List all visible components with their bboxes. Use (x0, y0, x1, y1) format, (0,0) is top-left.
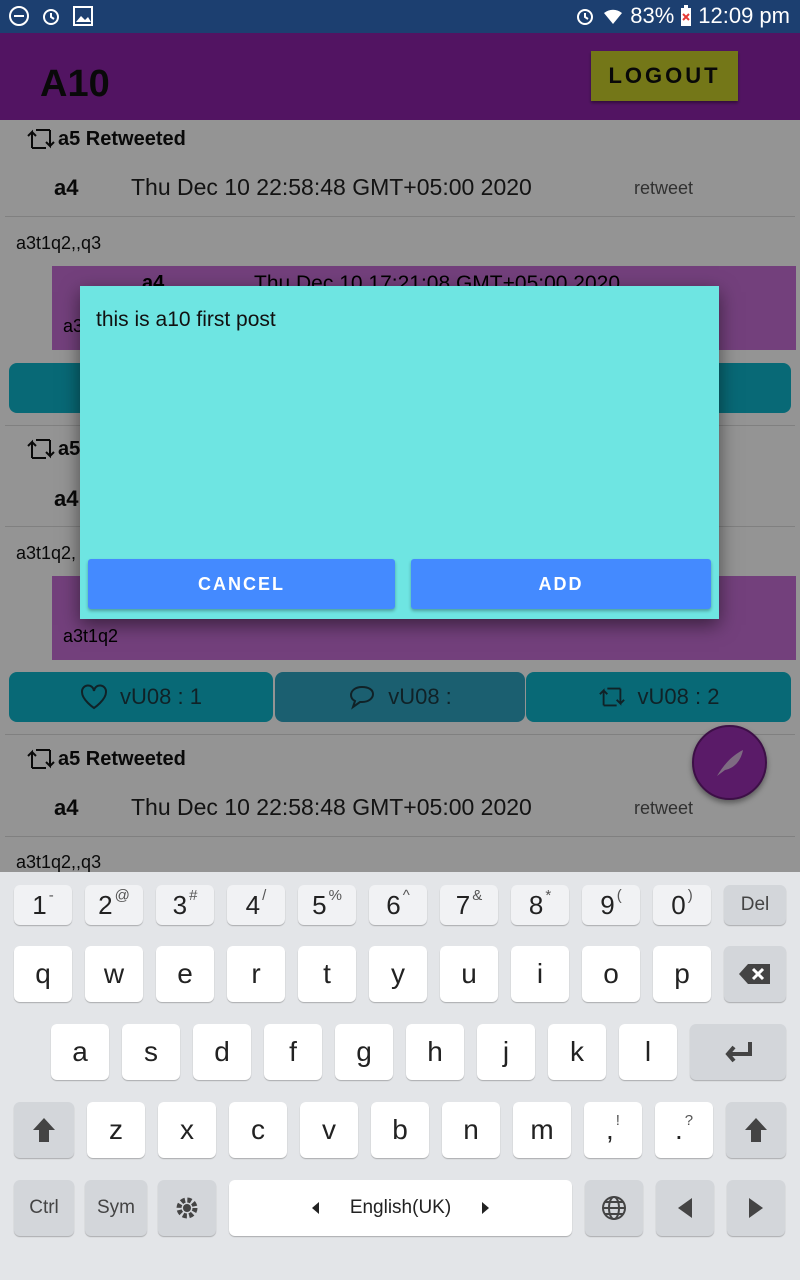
key-v[interactable]: v (300, 1102, 358, 1158)
key-6[interactable]: 6 ^ (369, 885, 427, 925)
post-input[interactable] (96, 308, 696, 332)
key-q[interactable]: q (14, 946, 72, 1002)
shift-key-left[interactable] (14, 1102, 74, 1158)
key-i[interactable]: i (511, 946, 569, 1002)
keyboard: 1- 2 @ 3 # 4/ 5% 6 ^ 7 & 8 * 9( 0) Del q w e … (0, 872, 800, 1280)
key-y[interactable]: y (369, 946, 427, 1002)
alarm-icon (43, 9, 59, 25)
shift-icon (33, 1118, 55, 1142)
alarm-icon (577, 9, 594, 25)
battery-percent: 83% (630, 3, 675, 28)
battery-icon (681, 5, 692, 26)
key-comma[interactable]: ,! (584, 1102, 642, 1158)
key-7[interactable]: 7 & (440, 885, 498, 925)
key-w[interactable]: w (85, 946, 143, 1002)
key-3[interactable]: 3 # (156, 885, 214, 925)
key-d[interactable]: d (193, 1024, 251, 1080)
key-z[interactable]: z (87, 1102, 145, 1158)
enter-icon (725, 1042, 752, 1063)
arrow-left-icon (678, 1198, 692, 1218)
cancel-button[interactable]: CANCEL (88, 559, 395, 609)
key-8[interactable]: 8 * (511, 885, 569, 925)
key-k[interactable]: k (548, 1024, 606, 1080)
key-g[interactable]: g (335, 1024, 393, 1080)
key-p[interactable]: p (653, 946, 711, 1002)
key-m[interactable]: m (513, 1102, 571, 1158)
key-period[interactable]: .? (655, 1102, 713, 1158)
key-5[interactable]: 5% (298, 885, 356, 925)
key-o[interactable]: o (582, 946, 640, 1002)
add-button[interactable]: ADD (411, 559, 711, 609)
key-c[interactable]: c (229, 1102, 287, 1158)
key-s[interactable]: s (122, 1024, 180, 1080)
key-f[interactable]: f (264, 1024, 322, 1080)
chevron-left-icon (311, 1202, 319, 1214)
key-x[interactable]: x (158, 1102, 216, 1158)
arrow-right-icon (749, 1198, 763, 1218)
cursor-right-key[interactable] (727, 1180, 785, 1236)
key-a[interactable]: a (51, 1024, 109, 1080)
key-r[interactable]: r (227, 946, 285, 1002)
key-e[interactable]: e (156, 946, 214, 1002)
space-key[interactable]: English(UK) (229, 1180, 572, 1236)
do-not-disturb-icon (9, 6, 29, 26)
backspace-key[interactable] (724, 946, 786, 1002)
key-9[interactable]: 9( (582, 885, 640, 925)
delete-key[interactable]: Del (724, 885, 786, 925)
key-l[interactable]: l (619, 1024, 677, 1080)
key-4[interactable]: 4/ (227, 885, 285, 925)
new-post-dialog: CANCEL ADD (80, 286, 719, 619)
enter-key[interactable] (690, 1024, 786, 1080)
gear-icon (176, 1197, 198, 1219)
backspace-icon (739, 964, 770, 984)
shift-key-right[interactable] (726, 1102, 786, 1158)
wifi-icon (604, 9, 623, 24)
key-t[interactable]: t (298, 946, 356, 1002)
status-bar: 83% 12:09 pm (0, 0, 800, 33)
shift-icon (745, 1118, 767, 1142)
key-j[interactable]: j (477, 1024, 535, 1080)
key-1[interactable]: 1- (14, 885, 72, 925)
key-n[interactable]: n (442, 1102, 500, 1158)
sym-key[interactable]: Sym (85, 1180, 147, 1236)
settings-key[interactable] (158, 1180, 216, 1236)
key-h[interactable]: h (406, 1024, 464, 1080)
cursor-left-key[interactable] (656, 1180, 714, 1236)
image-icon (73, 6, 93, 26)
key-2[interactable]: 2 @ (85, 885, 143, 925)
language-key[interactable] (585, 1180, 643, 1236)
clock: 12:09 pm (698, 3, 790, 28)
key-b[interactable]: b (371, 1102, 429, 1158)
key-u[interactable]: u (440, 946, 498, 1002)
ctrl-key[interactable]: Ctrl (14, 1180, 74, 1236)
globe-icon (602, 1196, 626, 1220)
chevron-right-icon (482, 1202, 490, 1214)
key-0[interactable]: 0) (653, 885, 711, 925)
